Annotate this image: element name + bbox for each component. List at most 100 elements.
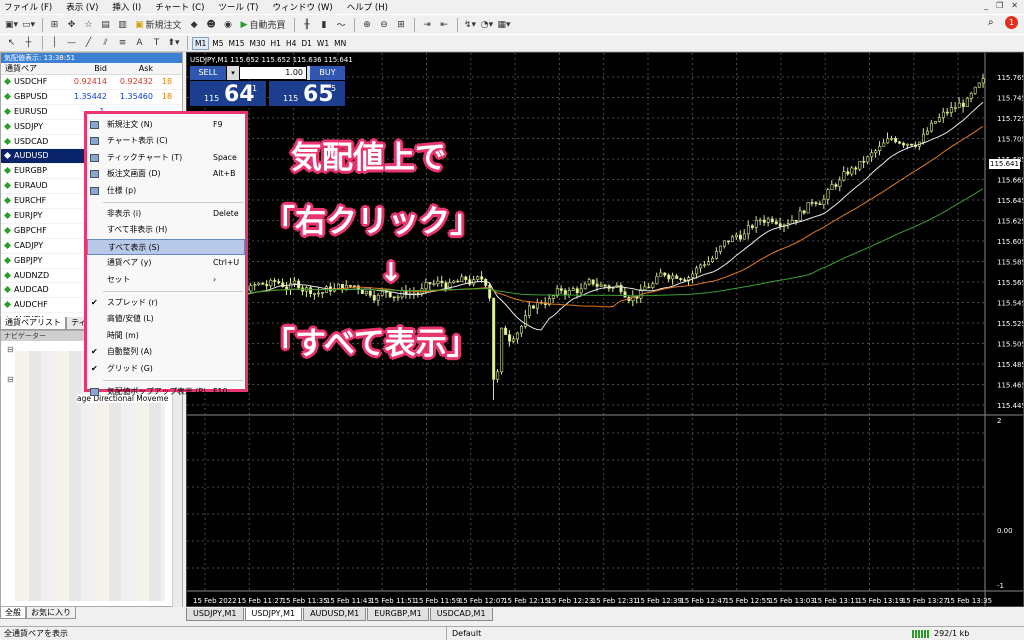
timeframe-m5-button[interactable]: M5 xyxy=(210,37,225,50)
candle-body xyxy=(496,371,500,380)
context-menu-item[interactable]: ✔ スプレッド (r) xyxy=(87,295,245,311)
lot-input[interactable]: 1.00 xyxy=(240,67,306,79)
buy-price[interactable]: 115 65 5 xyxy=(269,81,345,107)
indicators-icon[interactable]: ↯▾ xyxy=(462,17,477,32)
menu-item[interactable]: 挿入 (I) xyxy=(112,1,141,13)
timeframe-h4-button[interactable]: H4 xyxy=(284,37,298,50)
menu-item[interactable]: チャート (C) xyxy=(155,1,204,13)
tab-symbols[interactable]: 通貨ペアリスト xyxy=(0,317,66,330)
tab-favorites[interactable]: お気に入り xyxy=(26,607,76,619)
timeframe-m15-button[interactable]: M15 xyxy=(227,37,247,50)
chart-shift-icon[interactable]: ⇤ xyxy=(436,17,451,32)
new-order-button[interactable]: ▣ 新規注文 xyxy=(132,17,185,32)
context-menu-item[interactable]: 板注文画面 (D) Alt+B xyxy=(87,166,245,182)
periods-icon[interactable]: ◔▾ xyxy=(479,17,494,32)
horizontal-line-icon[interactable]: — xyxy=(64,36,79,51)
context-menu-item[interactable]: 時間 (m) xyxy=(87,328,245,344)
menu-item[interactable]: ウィンドウ (W) xyxy=(272,1,332,13)
candle-body xyxy=(659,272,663,277)
tree-expander-icon[interactable]: ⊟ xyxy=(7,345,14,354)
zoom-out-icon[interactable]: ⊖ xyxy=(376,17,391,32)
vertical-line-icon[interactable]: │ xyxy=(47,36,62,51)
navigator-icon[interactable]: ☆ xyxy=(81,17,96,32)
context-menu-item[interactable]: 非表示 (i) Delete xyxy=(87,206,245,222)
signals-icon[interactable]: ☻ xyxy=(204,17,219,32)
context-menu-item[interactable]: 通貨ペア (y) Ctrl+U xyxy=(87,255,245,271)
context-menu-item[interactable]: 高値/安値 (L) xyxy=(87,311,245,327)
close-icon[interactable]: ✕ xyxy=(1011,1,1018,10)
chart-tab[interactable]: USDJPY,M1 xyxy=(186,608,244,621)
window-controls[interactable]: _ ❐ ✕ xyxy=(984,1,1018,10)
menu-item[interactable]: 表示 (V) xyxy=(66,1,98,13)
minimize-icon[interactable]: _ xyxy=(984,1,988,10)
channel-icon[interactable]: ⫽ xyxy=(98,36,113,51)
candle-body xyxy=(778,223,782,227)
timeframe-m1-button[interactable]: M1 xyxy=(192,36,210,50)
context-menu-item[interactable]: すべて非表示 (H) xyxy=(87,222,245,238)
notification-badge[interactable]: 1 xyxy=(1005,16,1018,29)
market-watch-icon[interactable]: ⊞ xyxy=(47,17,62,32)
chart-tab[interactable]: USDCAD,M1 xyxy=(429,608,493,621)
line-chart-icon[interactable]: 〜 xyxy=(333,17,348,32)
tester-icon[interactable]: ▥ xyxy=(115,17,130,32)
context-menu-item[interactable]: ✔ 自動整列 (A) xyxy=(87,344,245,360)
timeframe-m30-button[interactable]: M30 xyxy=(248,37,268,50)
context-menu-item[interactable]: 新規注文 (N) F9 xyxy=(87,117,245,133)
candle-body xyxy=(933,121,937,124)
tree-expander-icon[interactable]: ⊟ xyxy=(7,375,14,384)
spread-header[interactable] xyxy=(156,63,178,74)
timeframe-d1-button[interactable]: D1 xyxy=(299,37,314,50)
menu-item[interactable]: ファイル (F) xyxy=(4,1,52,13)
bar-chart-icon[interactable]: ╫ xyxy=(299,17,314,32)
context-menu-item[interactable]: 気配値ポップアップ表示 (P) F10 xyxy=(87,384,245,400)
bid-header[interactable]: Bid xyxy=(68,63,110,74)
lot-down-icon[interactable]: ▾ xyxy=(227,66,239,80)
profiles-icon[interactable]: ▭▾ xyxy=(21,17,36,32)
tile-windows-icon[interactable]: ⊞ xyxy=(393,17,408,32)
candle-body xyxy=(587,279,591,285)
market-watch-row[interactable]: USDCHF 0.92414 0.92432 18 xyxy=(1,75,182,90)
tab-common[interactable]: 全般 xyxy=(0,607,26,619)
timeframe-mn-button[interactable]: MN xyxy=(332,37,348,50)
sell-button[interactable]: SELL xyxy=(190,66,226,80)
menu-item[interactable]: ヘルプ (H) xyxy=(347,1,388,13)
fibonacci-icon[interactable]: ≡ xyxy=(115,36,130,51)
candle-chart-icon[interactable]: ▮ xyxy=(316,17,331,32)
menu-item[interactable]: ツール (T) xyxy=(218,1,258,13)
new-chart-icon[interactable]: ▣▾ xyxy=(4,17,19,32)
restore-icon[interactable]: ❐ xyxy=(996,1,1003,10)
symbol-header[interactable]: 通貨ペア xyxy=(1,63,68,74)
trendline-icon[interactable]: ╱ xyxy=(81,36,96,51)
cursor-icon[interactable]: ↖ xyxy=(4,36,19,51)
chart-tab[interactable]: USDJPY,M1 xyxy=(244,608,303,621)
chart-tab[interactable]: EURGBP,M1 xyxy=(367,608,429,621)
ask-header[interactable]: Ask xyxy=(110,63,156,74)
context-menu-item[interactable]: ティックチャート (T) Space xyxy=(87,150,245,166)
sell-price[interactable]: 115 64 1 xyxy=(190,81,266,107)
market-watch-row[interactable]: GBPUSD 1.35442 1.35460 18 xyxy=(1,90,182,105)
context-menu-item[interactable]: チャート表示 (C) xyxy=(87,133,245,149)
market-icon[interactable]: ◉ xyxy=(221,17,236,32)
context-menu-item[interactable]: セット › xyxy=(87,272,245,288)
search-icon[interactable]: ⌕ xyxy=(988,17,994,28)
timeframe-h1-button[interactable]: H1 xyxy=(269,37,283,50)
timeframe-w1-button[interactable]: W1 xyxy=(315,37,331,50)
context-menu-item[interactable]: ✔ グリッド (G) xyxy=(87,361,245,377)
zoom-in-icon[interactable]: ⊕ xyxy=(359,17,374,32)
buy-button[interactable]: BUY xyxy=(310,66,345,80)
crosshair-icon[interactable]: ┼ xyxy=(21,36,36,51)
arrows-icon[interactable]: ⬆▾ xyxy=(166,36,181,51)
context-menu-item[interactable]: すべて表示 (S) xyxy=(87,238,245,256)
symbol-name: AUDUSD xyxy=(14,151,49,161)
autoscroll-icon[interactable]: ⇥ xyxy=(419,17,434,32)
y-axis-label: 115.505 xyxy=(997,341,1024,349)
chart-tab[interactable]: AUDUSD,M1 xyxy=(303,608,367,621)
data-window-icon[interactable]: ✥ xyxy=(64,17,79,32)
label-icon[interactable]: T xyxy=(149,36,164,51)
context-menu-item[interactable]: 仕様 (p) xyxy=(87,183,245,199)
metaeditor-icon[interactable]: ◆ xyxy=(187,17,202,32)
autotrade-button[interactable]: ▶ 自動売買 xyxy=(238,17,289,32)
terminal-icon[interactable]: ▤ xyxy=(98,17,113,32)
text-icon[interactable]: A xyxy=(132,36,147,51)
templates-icon[interactable]: ▦▾ xyxy=(496,17,511,32)
